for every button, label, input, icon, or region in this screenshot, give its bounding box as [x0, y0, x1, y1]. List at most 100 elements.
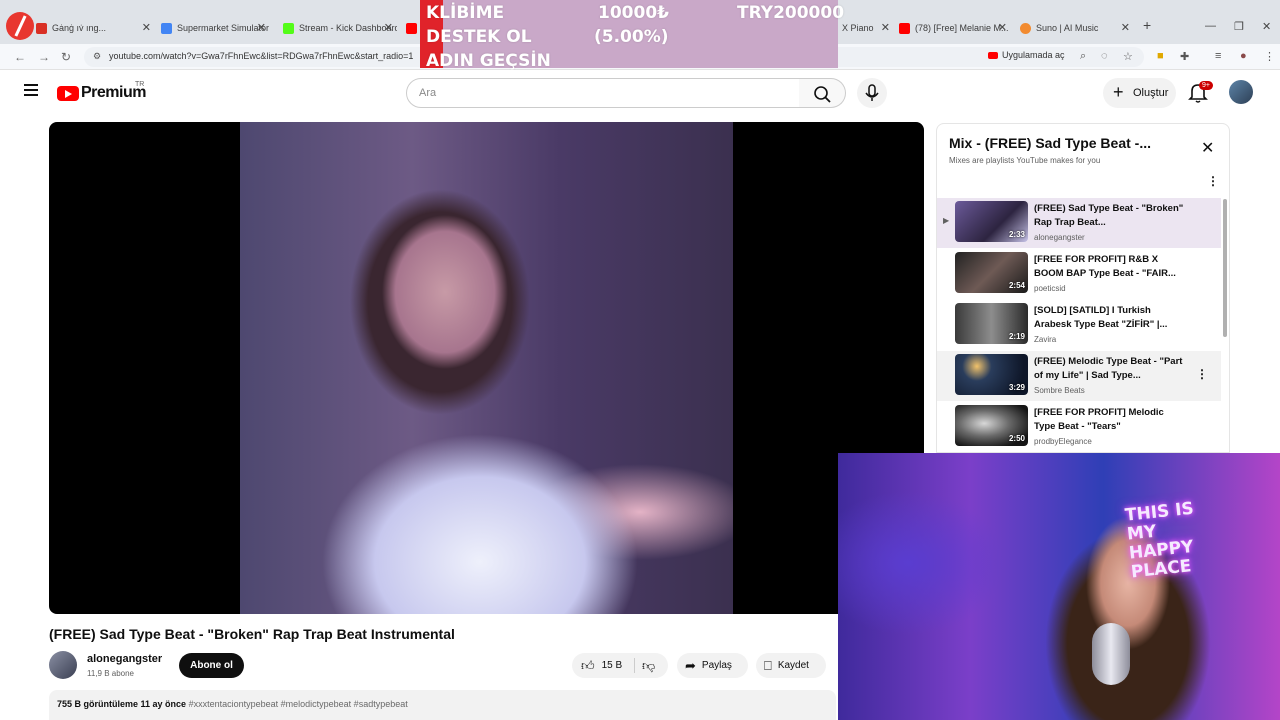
- notification-badge: 9+: [1199, 81, 1213, 90]
- tab-title: Stream - Kick Dashboard: [299, 23, 397, 33]
- close-tab-icon[interactable]: ✕: [998, 21, 1007, 34]
- create-label: Oluştur: [1133, 87, 1169, 99]
- like-icon[interactable]: 👍︎: [581, 658, 595, 674]
- playlist-item-channel: poeticsid: [1034, 284, 1066, 293]
- playlist-item-title: [FREE FOR PROFIT] R&B X BOOM BAP Type Be…: [1034, 254, 1176, 279]
- youtube-header: Premium TR Ara + Oluştur 9+: [0, 70, 1280, 116]
- item-more-icon[interactable]: ⋮: [1196, 367, 1208, 381]
- video-thumbnail[interactable]: 2:19: [955, 303, 1028, 344]
- browser-tab[interactable]: Stream - Kick Dashboard ✕: [277, 16, 397, 40]
- donation-goal-overlay: KLİBİME DESTEK OL ADIN GEÇSİN 10000₺ (5.…: [420, 0, 844, 71]
- profile-icon[interactable]: ●: [1240, 50, 1247, 62]
- playlist-title[interactable]: Mix - (FREE) Sad Type Beat -...: [949, 135, 1151, 151]
- browser-tab[interactable]: Suno | AI Music ✕: [1014, 16, 1134, 40]
- video-thumbnail[interactable]: 2:54: [955, 252, 1028, 293]
- browser-tab[interactable]: Gȧnġ ıv̇ ıng... ✕: [30, 16, 155, 40]
- new-tab-icon[interactable]: +: [1143, 17, 1151, 33]
- share-arrow-icon: ➦: [685, 657, 696, 673]
- playlist-scrollbar[interactable]: [1223, 199, 1227, 337]
- reload-icon[interactable]: ↻: [61, 50, 71, 64]
- tab-favicon-icon: [36, 22, 47, 34]
- close-tab-icon[interactable]: ✕: [881, 21, 890, 34]
- playlist-item-channel: alonegangster: [1034, 233, 1085, 242]
- browser-tab[interactable]: (78) [Free] Melanie M... ✕: [893, 16, 1011, 40]
- open-in-app-button[interactable]: Uygulamada aç: [988, 50, 1065, 60]
- close-tab-icon[interactable]: ✕: [257, 21, 266, 34]
- zoom-icon[interactable]: ⌕: [1080, 50, 1086, 63]
- more-menu-icon[interactable]: ⋮: [1264, 50, 1275, 63]
- restore-icon[interactable]: ❐: [1234, 20, 1244, 33]
- extensions-puzzle-icon[interactable]: ✚: [1180, 50, 1189, 63]
- forward-icon[interactable]: →: [38, 50, 50, 64]
- youtube-favicon-icon: [406, 22, 417, 34]
- like-divider: [634, 658, 635, 673]
- playlist-item[interactable]: 2:19 [SOLD] [SATILD] I Turkish Arabesk T…: [937, 300, 1221, 350]
- close-tab-icon[interactable]: ✕: [384, 21, 393, 34]
- playlist-item-title: [SOLD] [SATILD] I Turkish Arabesk Type B…: [1034, 305, 1168, 330]
- playlist-more-icon[interactable]: ⋮: [1207, 174, 1219, 188]
- url-text: youtube.com/watch?v=Gwa7rFhnEwc&list=RDG…: [109, 51, 414, 61]
- playlist-item[interactable]: 3:29 (FREE) Melodic Type Beat - "Part of…: [937, 351, 1221, 401]
- donation-line-2: DESTEK OL: [426, 27, 532, 47]
- channel-avatar[interactable]: [49, 651, 77, 679]
- search-button[interactable]: [799, 78, 846, 108]
- create-button[interactable]: + Oluştur: [1103, 78, 1176, 108]
- search-input[interactable]: Ara: [406, 78, 800, 108]
- save-button[interactable]: ⎕ Kaydet: [756, 653, 826, 678]
- playlist-item[interactable]: 2:50 [FREE FOR PROFIT] Melodic Type Beat…: [937, 402, 1221, 452]
- playlist-subtitle: Mixes are playlists YouTube makes for yo…: [949, 156, 1101, 165]
- browser-tab[interactable]: X Piano ✕: [836, 16, 894, 40]
- tab-title: Suno | AI Music: [1036, 23, 1099, 33]
- youtube-logo-icon[interactable]: [57, 86, 79, 101]
- description-box[interactable]: 755 B görüntüleme 11 ay önce #xxxtentaci…: [49, 690, 836, 720]
- video-frame[interactable]: [240, 122, 733, 614]
- subscriber-count: 11,9 B abone: [87, 669, 135, 678]
- tab-search-icon[interactable]: ≡: [1215, 50, 1221, 62]
- like-dislike-group: 👍︎ 15 B 👎︎: [572, 653, 668, 678]
- video-thumbnail[interactable]: 2:33: [955, 201, 1028, 242]
- eye-off-icon[interactable]: ◌: [1101, 50, 1108, 62]
- close-playlist-icon[interactable]: ✕: [1201, 138, 1214, 158]
- now-playing-icon: ▶: [943, 216, 950, 225]
- close-window-icon[interactable]: ✕: [1262, 20, 1271, 33]
- search-placeholder: Ara: [419, 87, 437, 99]
- channel-name[interactable]: alonegangster: [87, 653, 162, 665]
- playlist-item-channel: Zavira: [1034, 335, 1057, 344]
- minimize-icon[interactable]: —: [1205, 20, 1216, 32]
- donation-percent: (5.00%): [594, 27, 669, 47]
- tab-favicon-icon: [283, 22, 294, 34]
- streamer-webcam: THIS IS MY HAPPY PLACE: [838, 453, 1280, 720]
- tab-title: Gȧnġ ıv̇ ıng...: [52, 23, 107, 33]
- playlist-item[interactable]: 2:54 [FREE FOR PROFIT] R&B X BOOM BAP Ty…: [937, 249, 1221, 299]
- voice-search-button[interactable]: [857, 78, 887, 108]
- video-thumbnail[interactable]: 2:50: [955, 405, 1028, 446]
- bookmark-star-icon[interactable]: ☆: [1123, 50, 1133, 63]
- like-count[interactable]: 15 B: [602, 660, 623, 671]
- site-info-icon[interactable]: ⚙: [93, 51, 101, 62]
- share-button[interactable]: ➦ Paylaş: [677, 653, 748, 678]
- tab-favicon-icon: [161, 22, 172, 34]
- microphone-icon: [865, 84, 879, 101]
- playlist-item-title: (FREE) Sad Type Beat - "Broken" Rap Trap…: [1034, 203, 1184, 228]
- video-thumbnail[interactable]: 3:29: [955, 354, 1028, 395]
- back-icon[interactable]: ←: [14, 50, 26, 64]
- video-duration: 2:54: [1008, 281, 1025, 290]
- close-tab-icon[interactable]: ✕: [142, 21, 151, 34]
- donation-line-3: ADIN GEÇSİN: [426, 51, 551, 71]
- dislike-icon[interactable]: 👎︎: [642, 658, 655, 674]
- subscribe-button[interactable]: Abone ol: [179, 653, 244, 678]
- account-avatar[interactable]: [1229, 80, 1253, 104]
- browser-tab[interactable]: [400, 16, 420, 40]
- hamburger-menu-icon[interactable]: [24, 84, 38, 96]
- tab-title: X Piano: [842, 23, 874, 33]
- video-title: (FREE) Sad Type Beat - "Broken" Rap Trap…: [49, 626, 455, 642]
- neon-sign-text: THIS IS MY HAPPY PLACE: [1124, 498, 1195, 583]
- close-tab-icon[interactable]: ✕: [1121, 21, 1130, 34]
- hashtags[interactable]: #xxxtentaciontypebeat #melodictypebeat #…: [189, 699, 408, 709]
- extension-icon[interactable]: ■: [1157, 50, 1164, 62]
- video-player[interactable]: [49, 122, 924, 614]
- browser-tab[interactable]: Supermarket Simulator ✕: [155, 16, 270, 40]
- donation-goal-amount: TRY200000: [737, 3, 845, 23]
- playlist-item[interactable]: ▶ 2:33 (FREE) Sad Type Beat - "Broken" R…: [937, 198, 1221, 248]
- video-duration: 2:50: [1008, 434, 1025, 443]
